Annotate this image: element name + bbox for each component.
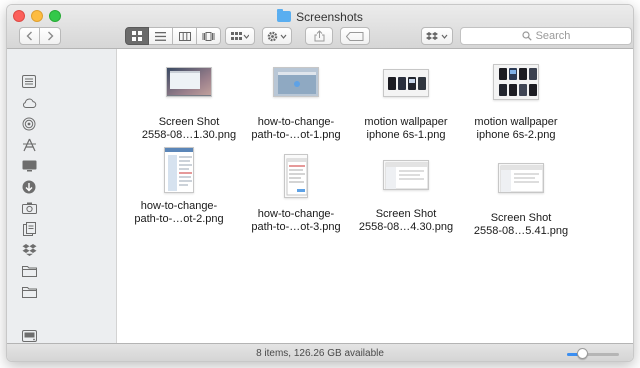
view-mode-control xyxy=(125,27,221,45)
status-text: 8 items, 126.26 GB available xyxy=(256,348,384,359)
sidebar-item-google-drive[interactable] xyxy=(7,260,116,281)
window-title: Screenshots xyxy=(7,9,633,25)
back-button[interactable] xyxy=(19,27,40,45)
sidebar-item-dropbox[interactable] xyxy=(7,239,116,260)
file-name: motion wallpaper iphone 6s-2.png xyxy=(474,116,558,141)
dropbox-icon xyxy=(426,31,448,40)
sidebar-item-documents[interactable] xyxy=(7,218,116,239)
file-item[interactable]: how-to-change- path-to-…ot-1.png xyxy=(241,67,351,142)
sidebar-item-desktop[interactable] xyxy=(7,155,116,176)
file-name: motion wallpaper iphone 6s-1.png xyxy=(364,116,448,141)
action-button[interactable] xyxy=(262,27,292,45)
cloud-icon xyxy=(21,96,37,110)
window-title-text: Screenshots xyxy=(296,10,363,24)
file-name: how-to-change- path-to-…ot-3.png xyxy=(251,208,341,233)
sidebar-item-icloud-drive[interactable] xyxy=(7,92,116,113)
sidebar-item-pictures[interactable] xyxy=(7,197,116,218)
file-thumbnail[interactable] xyxy=(164,147,194,193)
file-thumbnail[interactable] xyxy=(166,67,212,97)
cover-flow-button[interactable] xyxy=(197,27,221,45)
dropbox-icon xyxy=(21,243,37,257)
file-item[interactable]: Screen Shot 2558-08…5.41.png xyxy=(466,163,576,238)
search-placeholder: Search xyxy=(535,30,571,42)
arrange-button[interactable] xyxy=(225,27,255,45)
tag-button[interactable] xyxy=(340,27,370,45)
file-thumbnail[interactable] xyxy=(284,154,308,198)
columns-icon xyxy=(178,31,191,41)
sidebar-item-airdrop[interactable] xyxy=(7,113,116,134)
file-item[interactable]: motion wallpaper iphone 6s-1.png xyxy=(351,69,461,142)
file-thumbnail[interactable] xyxy=(493,64,539,100)
list-icon xyxy=(155,31,166,41)
hard-drive-icon xyxy=(21,329,37,343)
arrange-icon xyxy=(231,31,249,40)
file-thumbnail[interactable] xyxy=(273,67,319,97)
share-button[interactable] xyxy=(305,27,333,45)
folder-icon xyxy=(21,285,37,299)
documents-icon xyxy=(21,221,37,236)
sidebar-item-downloads[interactable] xyxy=(7,176,116,197)
file-name: Screen Shot 2558-08…1.30.png xyxy=(141,116,237,141)
list-view-button[interactable] xyxy=(149,27,173,45)
file-item[interactable]: motion wallpaper iphone 6s-2.png xyxy=(461,64,571,142)
tag-icon xyxy=(346,31,364,41)
sidebar-item-all-my-files[interactable] xyxy=(7,71,116,92)
file-item[interactable]: how-to-change- path-to-…ot-3.png xyxy=(241,154,351,234)
dropbox-toolbar-button[interactable] xyxy=(421,27,453,45)
cover-flow-icon xyxy=(202,31,215,41)
sidebar xyxy=(7,49,117,343)
folder-icon xyxy=(277,9,292,22)
grid-icon xyxy=(132,31,142,41)
icon-size-slider[interactable] xyxy=(567,348,619,359)
file-thumbnail[interactable] xyxy=(498,163,544,193)
airdrop-icon xyxy=(21,117,37,131)
all-files-icon xyxy=(21,75,37,89)
sidebar-item-applications[interactable] xyxy=(7,134,116,155)
applications-icon xyxy=(21,138,37,152)
finder-window: Screenshots Search Screen Shot 2558-08…1… xyxy=(6,4,634,362)
file-name: how-to-change- path-to-…ot-1.png xyxy=(251,116,341,141)
camera-icon xyxy=(21,201,37,215)
gear-icon xyxy=(267,31,287,41)
icon-size-slider-knob[interactable] xyxy=(577,348,589,359)
file-name: Screen Shot 2558-08…4.30.png xyxy=(358,208,454,233)
forward-button[interactable] xyxy=(40,27,61,45)
sidebar-section-title xyxy=(7,311,116,325)
desktop-icon xyxy=(21,159,37,173)
folder-icon xyxy=(21,264,37,278)
file-thumbnail[interactable] xyxy=(383,160,429,190)
file-icon-grid: Screen Shot 2558-08…1.30.png how-to-chang… xyxy=(118,50,633,343)
sidebar-item-macintosh[interactable] xyxy=(7,325,116,343)
file-name: how-to-change- path-to-…ot-2.png xyxy=(134,200,224,225)
status-bar: 8 items, 126.26 GB available xyxy=(7,343,633,361)
downloads-icon xyxy=(21,180,37,194)
chevron-left-icon xyxy=(26,31,32,41)
file-item[interactable]: how-to-change- path-to-…ot-2.png xyxy=(124,147,234,226)
column-view-button[interactable] xyxy=(173,27,197,45)
file-name: Screen Shot 2558-08…5.41.png xyxy=(473,212,569,237)
search-field[interactable]: Search xyxy=(460,27,632,45)
share-icon xyxy=(314,30,324,42)
chevron-right-icon xyxy=(47,31,53,41)
sidebar-section-title xyxy=(7,57,116,71)
icon-view-button[interactable] xyxy=(125,27,149,45)
sidebar-item-review[interactable] xyxy=(7,281,116,302)
file-item[interactable]: Screen Shot 2558-08…4.30.png xyxy=(351,160,461,234)
file-thumbnail[interactable] xyxy=(383,69,429,97)
toolbar: Screenshots Search xyxy=(7,5,633,49)
search-icon xyxy=(521,31,532,41)
file-item[interactable]: Screen Shot 2558-08…1.30.png xyxy=(134,67,244,142)
